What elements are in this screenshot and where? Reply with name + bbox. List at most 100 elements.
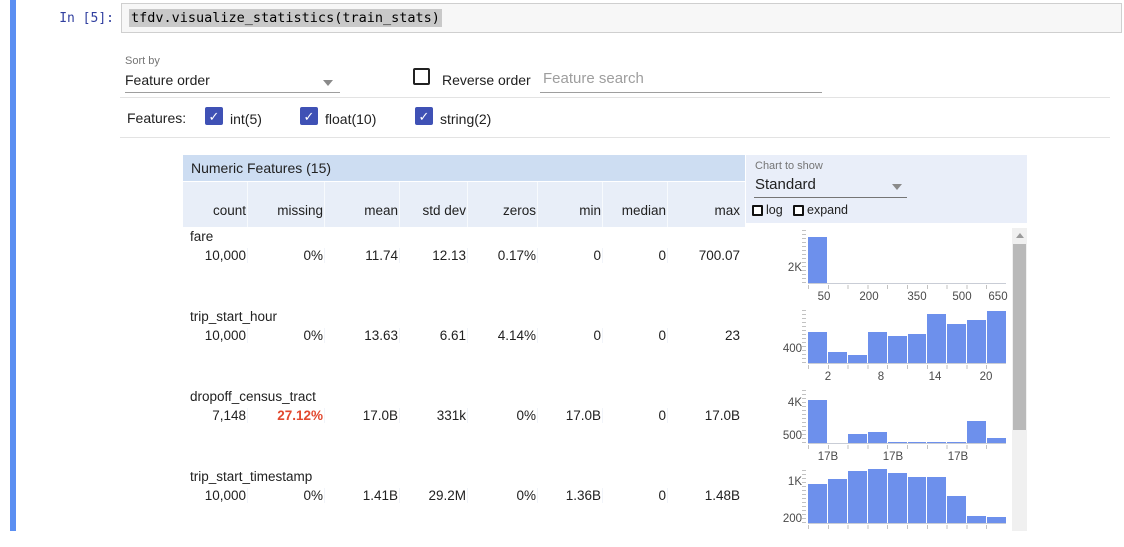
y-tick-label: 2K — [788, 262, 802, 274]
feature-search-input[interactable]: Feature search — [543, 70, 644, 87]
histogram-bar — [947, 496, 967, 523]
code-line[interactable]: tfdv.visualize_statistics(train_stats) — [129, 10, 442, 26]
stat-missing: 0% — [248, 488, 325, 503]
search-input-underline — [540, 92, 822, 93]
stat-mean: 13.63 — [325, 328, 400, 343]
histogram-bar — [888, 473, 908, 523]
chevron-down-icon[interactable] — [323, 80, 333, 86]
histogram-plot[interactable] — [808, 310, 1006, 364]
column-header-min: min — [538, 182, 603, 227]
stat-missing: 0% — [248, 248, 325, 263]
stat-stddev: 12.13 — [400, 248, 468, 263]
stat-zeros: 4.14% — [468, 328, 538, 343]
stat-zeros: 0% — [468, 488, 538, 503]
chart-select-underline — [754, 197, 907, 198]
histogram-bar — [967, 421, 987, 443]
table-title: Numeric Features (15) — [183, 155, 745, 182]
cell-prompt: In [5]: — [24, 11, 114, 26]
stat-zeros: 0.17% — [468, 248, 538, 263]
x-tick-label: 500 — [952, 291, 971, 303]
column-header-median: median — [603, 182, 668, 227]
x-tick-label: 50 — [818, 291, 831, 303]
stat-min: 0 — [538, 248, 603, 263]
x-tick-label: 650 — [988, 291, 1007, 303]
histogram-plot[interactable] — [808, 470, 1006, 524]
x-tick-label: 17B — [818, 451, 838, 463]
histogram-bar — [908, 334, 928, 363]
column-header-stddev: std dev — [400, 182, 468, 227]
histogram-bar — [828, 352, 848, 363]
sort-by-select[interactable]: Feature order — [125, 72, 210, 88]
histogram-bar — [808, 484, 828, 523]
table-row: dropoff_census_tract 7,148 27.12% 17.0B … — [183, 387, 745, 467]
scrollbar-thumb[interactable] — [1013, 244, 1026, 430]
table-row: fare 10,000 0% 11.74 12.13 0.17% 0 0 700… — [183, 227, 745, 307]
x-tick-label: 20 — [980, 371, 993, 383]
scroll-up-icon[interactable] — [1012, 228, 1027, 242]
reverse-order-checkbox[interactable] — [413, 68, 430, 85]
float-filter-label: float(10) — [325, 111, 376, 127]
stat-min: 1.36B — [538, 488, 603, 503]
stat-stddev: 29.2M — [400, 488, 468, 503]
stat-median: 0 — [603, 408, 668, 423]
stat-min: 0 — [538, 328, 603, 343]
histogram-trip-start-hour: 400 281420 — [760, 308, 1012, 386]
code-input-area[interactable]: tfdv.visualize_statistics(train_stats) — [121, 3, 1122, 33]
selected-code-text[interactable]: tfdv.visualize_statistics(train_stats) — [129, 9, 442, 27]
stat-count: 10,000 — [183, 488, 248, 503]
histogram-bar — [808, 332, 828, 363]
float-filter-checkbox[interactable] — [300, 107, 318, 125]
feature-stats: 7,148 27.12% 17.0B 331k 0% 17.0B 0 17.0B — [183, 408, 745, 423]
feature-stats: 10,000 0% 13.63 6.61 4.14% 0 0 23 — [183, 328, 745, 343]
histogram-dropoff-census-tract: 4K 500 17B17B17B — [760, 388, 1012, 466]
histogram-bar — [828, 479, 848, 523]
stat-stddev: 6.61 — [400, 328, 468, 343]
features-filter-toolbar: Features: int(5) float(10) string(2) — [120, 98, 1110, 138]
histogram-plot[interactable] — [808, 230, 1006, 284]
x-tick-label: 14 — [929, 371, 942, 383]
feature-stats: 10,000 0% 11.74 12.13 0.17% 0 0 700.07 — [183, 248, 745, 263]
histogram-bar — [967, 516, 987, 523]
sort-select-underline — [125, 92, 340, 93]
string-filter-label: string(2) — [440, 111, 491, 127]
stat-mean: 1.41B — [325, 488, 400, 503]
stat-mean: 17.0B — [325, 408, 400, 423]
numeric-features-table: Numeric Features (15) count missing mean… — [183, 155, 745, 547]
x-axis-ruler — [808, 525, 1006, 529]
facets-overview-widget: Sort by Feature order Reverse order Feat… — [120, 48, 1110, 531]
feature-name: dropoff_census_tract — [190, 389, 316, 404]
histogram-bar — [848, 471, 868, 523]
histogram-bar — [987, 311, 1006, 363]
histogram-bar — [927, 314, 947, 363]
y-axis-labels: 2K — [760, 228, 804, 286]
stat-median: 0 — [603, 488, 668, 503]
chart-to-show-label: Chart to show — [755, 160, 823, 172]
expand-label: expand — [807, 203, 848, 217]
y-axis-ruler — [802, 230, 806, 284]
stat-stddev: 331k — [400, 408, 468, 423]
histogram-plot[interactable] — [808, 390, 1006, 444]
stat-min: 17.0B — [538, 408, 603, 423]
int-filter-checkbox[interactable] — [205, 107, 223, 125]
log-checkbox[interactable] — [752, 205, 763, 216]
features-label: Features: — [127, 110, 186, 126]
expand-checkbox[interactable] — [793, 205, 804, 216]
stat-count: 10,000 — [183, 248, 248, 263]
stat-missing: 0% — [248, 328, 325, 343]
y-tick-label: 4K — [788, 397, 802, 409]
x-tick-label: 200 — [859, 291, 878, 303]
y-tick-label: 1K — [788, 476, 802, 488]
charts-scrollbar[interactable] — [1012, 228, 1027, 531]
x-tick-label: 8 — [878, 371, 884, 383]
string-filter-checkbox[interactable] — [415, 107, 433, 125]
chevron-down-icon[interactable] — [892, 184, 902, 190]
feature-stats: 10,000 0% 1.41B 29.2M 0% 1.36B 0 1.48B — [183, 488, 745, 503]
histogram-bar — [888, 336, 908, 363]
y-axis-labels: 4K 500 — [760, 388, 804, 446]
histogram-bar — [927, 442, 947, 443]
chart-type-select[interactable]: Standard — [755, 176, 816, 193]
histogram-bar — [868, 432, 888, 443]
x-axis-labels: 17B17B17B — [808, 451, 1006, 465]
y-axis-labels: 1K200 — [760, 468, 804, 526]
y-tick-label: 500 — [783, 430, 802, 442]
